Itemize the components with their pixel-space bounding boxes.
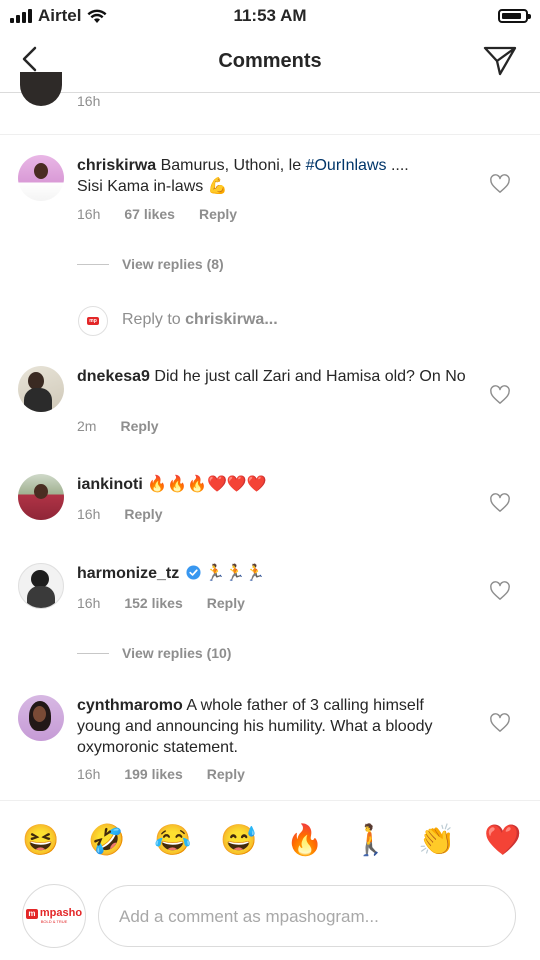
clock: 11:53 AM — [233, 6, 307, 25]
divider — [0, 134, 540, 135]
comment-text: harmonize_tz 🏃🏃🏃 — [77, 563, 477, 584]
nav-bar: Comments — [0, 32, 540, 93]
comment-body-ellipsis: .... — [390, 157, 409, 174]
reply-button[interactable]: Reply — [120, 418, 158, 434]
comment-time: 2m — [77, 418, 97, 434]
heart-icon[interactable] — [489, 713, 511, 733]
comment-body: Did he just call Zari and Hamisa old? On… — [154, 368, 466, 385]
brand-tagline: BOLD & TRUE — [40, 919, 68, 924]
divider — [77, 652, 109, 654]
comment-text: iankinoti 🔥🔥🔥❤️❤️❤️ — [77, 474, 477, 495]
reply-button[interactable]: Reply — [124, 506, 162, 522]
comment-body: 🏃🏃🏃 — [205, 565, 265, 582]
emoji-button[interactable]: 👏 — [418, 823, 455, 859]
quick-reactions-bar: 😆 🤣 😂 😅 🔥 🚶 👏 ❤️ — [0, 800, 540, 881]
comment-body: 🔥🔥🔥❤️❤️❤️ — [147, 476, 267, 493]
paper-plane-icon[interactable] — [482, 42, 518, 78]
battery-icon — [498, 9, 531, 23]
status-bar: Airtel 11:53 AM — [0, 0, 540, 32]
likes-count[interactable]: 67 likes — [124, 206, 175, 222]
reply-button[interactable]: Reply — [207, 595, 245, 611]
avatar[interactable] — [18, 474, 64, 520]
heart-icon[interactable] — [489, 581, 511, 601]
reply-to-user: chriskirwa... — [185, 311, 278, 328]
avatar[interactable] — [18, 366, 64, 412]
avatar[interactable] — [20, 72, 62, 106]
reply-to-label: Reply to — [122, 311, 181, 328]
emoji-button[interactable]: 🤣 — [88, 823, 125, 859]
heart-icon[interactable] — [489, 385, 511, 405]
reply-button[interactable]: Reply — [207, 766, 245, 782]
comment-input[interactable] — [117, 902, 501, 932]
avatar[interactable] — [18, 563, 64, 609]
heart-icon[interactable] — [489, 174, 511, 194]
comment-username[interactable]: dnekesa9 — [77, 368, 150, 385]
emoji-button[interactable]: ❤️ — [484, 823, 521, 859]
emoji-button[interactable]: 🚶 — [352, 823, 389, 859]
comment-time: 16h — [77, 93, 101, 109]
heart-icon[interactable] — [489, 493, 511, 513]
comment-text: dnekesa9 Did he just call Zari and Hamis… — [77, 366, 477, 387]
view-replies-label: View replies (8) — [122, 256, 224, 272]
comment-composer — [98, 885, 516, 947]
comment-username[interactable]: chriskirwa — [77, 157, 156, 174]
emoji-button[interactable]: 🔥 — [286, 823, 323, 859]
avatar[interactable] — [18, 155, 64, 201]
hashtag-link[interactable]: #OurInlaws — [306, 157, 387, 174]
likes-count[interactable]: 152 likes — [124, 595, 182, 611]
emoji-button[interactable]: 😅 — [220, 823, 257, 859]
brand-name: mpasho — [39, 907, 83, 919]
avatar[interactable]: m mpasho BOLD & TRUE — [22, 884, 86, 948]
comment-meta: 16h Reply — [77, 506, 186, 522]
emoji-button[interactable]: 😆 — [22, 823, 59, 859]
comment-body: Bamurus, Uthoni, le — [160, 157, 302, 174]
comment-text: cynthmaromo A whole father of 3 calling … — [77, 695, 467, 758]
avatar: mp — [78, 306, 108, 336]
comment-time: 16h — [77, 506, 101, 522]
divider — [77, 263, 109, 265]
reply-button[interactable]: Reply — [199, 206, 237, 222]
page-title: Comments — [218, 50, 322, 72]
comment-username[interactable]: iankinoti — [77, 476, 143, 493]
comment-meta: 16h 199 likes Reply — [77, 766, 269, 782]
view-replies-button[interactable]: View replies (10) — [77, 645, 231, 661]
comment-time: 16h — [77, 766, 101, 782]
emoji-button[interactable]: 😂 — [154, 823, 191, 859]
reply-to-prompt[interactable]: Reply to chriskirwa... — [122, 311, 278, 329]
comment-time: 16h — [77, 206, 101, 222]
comment-username[interactable]: harmonize_tz — [77, 565, 179, 582]
verified-badge-icon — [186, 565, 201, 580]
comment-meta: 2m Reply — [77, 418, 183, 434]
comment-text: chriskirwa Bamurus, Uthoni, le #OurInlaw… — [77, 155, 477, 197]
comment-body-line2: Sisi Kama in-laws 💪 — [77, 178, 228, 195]
avatar[interactable] — [18, 695, 64, 741]
likes-count[interactable]: 199 likes — [124, 766, 182, 782]
view-replies-label: View replies (10) — [122, 645, 232, 661]
comment-meta: 16h 67 likes Reply — [77, 206, 261, 222]
comment-meta: 16h 152 likes Reply — [77, 595, 269, 611]
comment-username[interactable]: cynthmaromo — [77, 697, 183, 714]
view-replies-button[interactable]: View replies (8) — [77, 256, 224, 272]
comment-time: 16h — [77, 595, 101, 611]
